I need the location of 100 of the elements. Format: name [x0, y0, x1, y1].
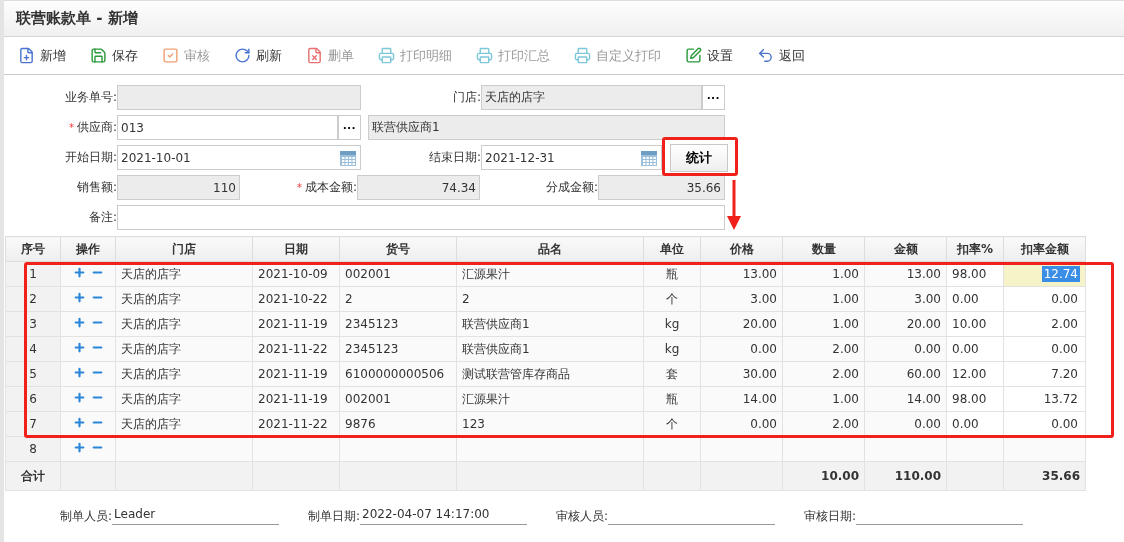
column-header: 操作: [60, 236, 116, 262]
table-cell: 20.00: [864, 311, 947, 337]
table-cell: 2: [339, 286, 457, 312]
required-mark: *: [296, 182, 302, 193]
fill-in-line: Leader: [112, 507, 280, 525]
save-icon: [90, 47, 107, 64]
table-cell: 3.00: [864, 286, 947, 312]
column-header: 货号: [339, 236, 457, 262]
total-cell: 10.00: [782, 461, 865, 491]
column-header: 单位: [643, 236, 701, 262]
field-label: 业务单号:: [64, 90, 117, 104]
more-button[interactable]: ···: [702, 85, 725, 110]
table-cell: 60.00: [864, 361, 947, 387]
table-cell: 0.00: [700, 336, 783, 362]
table-cell: 14.00: [700, 386, 783, 412]
column-header: 扣率金额: [1003, 236, 1086, 262]
field-label: 审核人员:: [556, 508, 609, 525]
table-cell: 2021-10-22: [252, 286, 340, 312]
add-row-icon[interactable]: [72, 416, 86, 429]
table-cell: 2.00: [782, 361, 865, 387]
table-cell: 2345123: [339, 311, 457, 337]
field-label: 门店:: [452, 90, 481, 104]
printer-icon: [378, 47, 395, 64]
field-label: 成本金额:: [304, 180, 357, 194]
row-number: 8: [5, 436, 61, 462]
toolbar-button[interactable]: 设置: [681, 46, 737, 65]
total-cell: 35.66: [1003, 461, 1086, 491]
add-row-icon[interactable]: [72, 341, 86, 354]
table-cell: 0.00: [864, 336, 947, 362]
column-header: 扣率%: [946, 236, 1004, 262]
input-field: 天店的店字: [481, 85, 702, 110]
date-field[interactable]: 2021-12-31: [481, 145, 662, 170]
column-header: 数量: [782, 236, 865, 262]
add-row-icon[interactable]: [72, 366, 86, 379]
column-header: 门店: [115, 236, 253, 262]
table-cell: 1.00: [782, 386, 865, 412]
file-plus-icon: [18, 47, 35, 64]
fill-in-line: 2022-04-07 14:17:00: [360, 507, 528, 525]
field-label: 供应商:: [76, 120, 117, 134]
table-cell: 2345123: [339, 336, 457, 362]
calendar-icon[interactable]: [339, 148, 357, 167]
table-cell: 14.00: [864, 386, 947, 412]
calendar-icon[interactable]: [640, 148, 658, 167]
window-title: 联营账款单 - 新增: [16, 9, 138, 28]
table-cell: 1.00: [782, 311, 865, 337]
add-row-icon[interactable]: [72, 266, 86, 279]
input-field[interactable]: 013: [117, 115, 338, 140]
printer-icon: [574, 47, 591, 64]
refresh-icon: [234, 47, 251, 64]
printer-icon: [476, 47, 493, 64]
undo-icon: [757, 47, 774, 64]
table-cell: 天店的店字: [115, 336, 253, 362]
table-cell: 联营供应商1: [456, 311, 644, 337]
table-cell: 天店的店字: [115, 361, 253, 387]
add-row-icon[interactable]: [72, 441, 86, 454]
table-cell: 2: [456, 286, 644, 312]
table-cell: 2021-11-19: [252, 386, 340, 412]
file-x-icon: [306, 47, 323, 64]
add-row-icon[interactable]: [72, 391, 86, 404]
total-cell: 110.00: [864, 461, 947, 491]
input-field: 联营供应商1: [368, 115, 725, 140]
table-cell: 测试联营管库存商品: [456, 361, 644, 387]
table-cell: 2.00: [782, 336, 865, 362]
arrow-icon: [727, 180, 741, 230]
field-label: 备注:: [88, 210, 117, 224]
field-label: 审核日期:: [804, 508, 857, 525]
table-cell: 30.00: [700, 361, 783, 387]
field-label: 制单日期:: [308, 508, 361, 525]
toolbar-button[interactable]: 刷新: [230, 46, 286, 65]
table-cell: 天店的店字: [115, 386, 253, 412]
input-field: 74.34: [357, 175, 480, 200]
field-label: 制单人员:: [60, 508, 113, 525]
more-button[interactable]: ···: [338, 115, 361, 140]
input-field: 35.66: [598, 175, 725, 200]
toolbar-button[interactable]: 保存: [86, 46, 142, 65]
field-label: 分成金额:: [545, 180, 598, 194]
column-header: 品名: [456, 236, 644, 262]
date-field[interactable]: 2021-10-01: [117, 145, 361, 170]
table-cell: 6100000000506: [339, 361, 457, 387]
column-header: 金额: [864, 236, 947, 262]
field-label: 结束日期:: [428, 150, 481, 164]
add-row-icon[interactable]: [72, 316, 86, 329]
table-cell: 002001: [339, 386, 457, 412]
column-header: 序号: [5, 236, 61, 262]
add-row-icon[interactable]: [72, 291, 86, 304]
input-field[interactable]: [117, 205, 725, 230]
table-cell: 天店的店字: [115, 286, 253, 312]
table-cell: 2021-11-22: [252, 336, 340, 362]
table-cell: 2021-11-19: [252, 361, 340, 387]
column-header: 价格: [700, 236, 783, 262]
column-header: 日期: [252, 236, 340, 262]
stat-button[interactable]: 统计: [670, 143, 728, 172]
required-mark: *: [68, 122, 74, 133]
input-field: 110: [117, 175, 240, 200]
table-cell: 天店的店字: [115, 311, 253, 337]
table-cell: 3.00: [700, 286, 783, 312]
edit-icon: [685, 47, 702, 64]
table-cell: 1.00: [782, 286, 865, 312]
toolbar-button[interactable]: 返回: [753, 46, 809, 65]
toolbar-button[interactable]: 新增: [14, 46, 70, 65]
